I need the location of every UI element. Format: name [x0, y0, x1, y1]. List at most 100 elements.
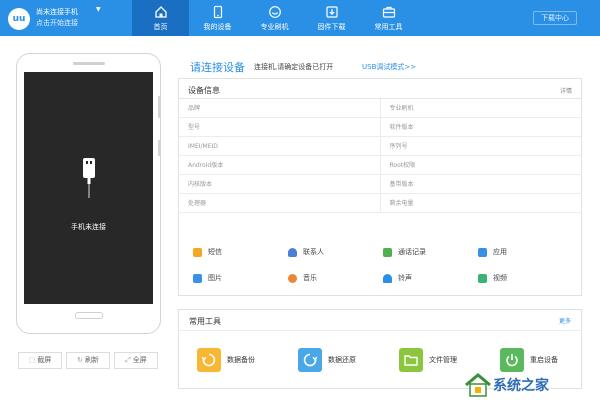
call-log-icon: [383, 247, 392, 257]
info-label: 基带版本: [379, 175, 582, 193]
quick-contacts-label: 联系人: [303, 248, 324, 256]
refresh-icon: ↻: [77, 356, 83, 364]
house-logo-icon: [465, 373, 491, 397]
contacts-icon: [288, 247, 297, 257]
top-bar: uu 尚未连接手机 点击开始连接 ▼ 首页 我的设备 专业刷机 固件下载 常用工…: [0, 0, 600, 36]
reboot-device-label: 重启设备: [530, 356, 558, 364]
table-row: 处理器 剩余电量: [179, 194, 581, 213]
info-label: 品牌: [188, 105, 201, 112]
quick-contacts[interactable]: 联系人: [288, 239, 383, 265]
download-center-button[interactable]: 下载中心: [533, 11, 577, 25]
restore-icon: [298, 348, 322, 372]
data-restore-label: 数据还原: [328, 356, 356, 364]
video-icon: [478, 273, 487, 283]
quick-ringtone[interactable]: 铃声: [383, 265, 478, 291]
quick-music-label: 音乐: [303, 274, 317, 282]
common-tools-title: 常用工具: [189, 317, 221, 326]
home-icon: [154, 6, 167, 18]
tab-my-device-label: 我的设备: [203, 23, 232, 31]
refresh-label: 刷新: [84, 356, 99, 364]
device-icon: [213, 5, 222, 19]
download-icon: [325, 6, 338, 18]
tab-my-device[interactable]: 我的设备: [189, 0, 246, 36]
sms-icon: [193, 247, 202, 257]
quick-call-log[interactable]: 通话记录: [383, 239, 478, 265]
info-label: 处理器: [188, 200, 207, 207]
quick-apps[interactable]: 应用: [478, 239, 573, 265]
phone-volume-button: [158, 96, 161, 118]
quick-sms-label: 短信: [208, 248, 222, 256]
device-info-panel: 设备信息 详情 品牌 专业刷机 型号 软件版本 IMEI/MEID 序列号 Andro…: [178, 78, 582, 296]
device-info-header: 设备信息 详情: [179, 79, 581, 99]
device-info-detail-link[interactable]: 详情: [560, 86, 572, 95]
divider: [179, 330, 581, 331]
reboot-device-button[interactable]: 重启设备: [500, 348, 558, 372]
quick-apps-label: 应用: [493, 248, 507, 256]
quick-sms[interactable]: 短信: [193, 239, 288, 265]
file-manager-label: 文件管理: [429, 356, 457, 364]
backup-icon: [197, 348, 221, 372]
table-row: IMEI/MEID 序列号: [179, 137, 581, 156]
phone-not-connected-text: 手机未连接: [71, 223, 106, 231]
phone-action-bar: ⬚ 截屏 ↻ 刷新 ⤢ 全屏: [18, 352, 158, 369]
data-restore-button[interactable]: 数据还原: [298, 348, 356, 372]
refresh-button[interactable]: ↻ 刷新: [66, 352, 110, 369]
usb-debug-mode-link[interactable]: USB调试模式>>: [362, 62, 416, 72]
screenshot-icon: ⬚: [28, 356, 36, 364]
flash-icon: [268, 6, 281, 18]
info-label: 内核版本: [188, 181, 213, 188]
tab-common-tools-label: 常用工具: [374, 23, 403, 31]
picture-icon: [193, 273, 202, 283]
music-icon: [288, 273, 297, 283]
quick-video[interactable]: 视频: [478, 265, 573, 291]
data-backup-label: 数据备份: [227, 356, 255, 364]
phone-speaker: [73, 62, 105, 65]
fullscreen-button[interactable]: ⤢ 全屏: [114, 352, 158, 369]
tab-home-label: 首页: [153, 23, 168, 31]
tab-firmware-download[interactable]: 固件下载: [303, 0, 360, 36]
tab-home[interactable]: 首页: [132, 0, 189, 36]
table-row: Android版本 Root权限: [179, 156, 581, 175]
device-info-table: 品牌 专业刷机 型号 软件版本 IMEI/MEID 序列号 Android版本 Root…: [179, 99, 581, 213]
info-label: 软件版本: [379, 118, 582, 136]
tab-common-tools[interactable]: 常用工具: [360, 0, 417, 36]
tools-more-link[interactable]: 更多: [559, 316, 571, 325]
info-label: Root权限: [379, 156, 582, 174]
quick-ringtone-label: 铃声: [398, 274, 412, 282]
device-info-title: 设备信息: [188, 86, 220, 95]
quick-pictures[interactable]: 图片: [193, 265, 288, 291]
uu-logo: uu: [8, 8, 30, 30]
tab-pro-flash-label: 专业刷机: [260, 23, 289, 31]
phone-power-button: [158, 140, 161, 156]
table-row: 内核版本 基带版本: [179, 175, 581, 194]
data-backup-button[interactable]: 数据备份: [197, 348, 255, 372]
power-icon: [500, 348, 524, 372]
info-label: 剩余电量: [379, 194, 582, 212]
quick-pictures-label: 图片: [208, 274, 222, 282]
quick-access-grid: 短信 联系人 通话记录 应用 图片 音乐 铃声 视频: [193, 239, 573, 291]
usb-cable-icon: [83, 158, 95, 198]
tab-pro-flash[interactable]: 专业刷机: [246, 0, 303, 36]
site-watermark: 系统之家: [463, 372, 549, 398]
quick-music[interactable]: 音乐: [288, 265, 383, 291]
phone-home-button: [75, 312, 103, 319]
main-nav: 首页 我的设备 专业刷机 固件下载 常用工具: [132, 0, 417, 36]
phone-mockup: 手机未连接: [16, 53, 161, 334]
apps-icon: [478, 247, 487, 257]
connect-status-text[interactable]: 尚未连接手机: [36, 7, 78, 17]
info-label: IMEI/MEID: [188, 143, 218, 150]
info-label: 型号: [188, 124, 201, 131]
ringtone-icon: [383, 273, 392, 283]
screenshot-button[interactable]: ⬚ 截屏: [18, 352, 62, 369]
watermark-text: 系统之家: [493, 378, 549, 394]
screenshot-label: 截屏: [37, 356, 52, 364]
page-title: 请连接设备: [190, 61, 245, 74]
chevron-down-icon[interactable]: ▼: [96, 6, 101, 13]
file-manager-button[interactable]: 文件管理: [399, 348, 457, 372]
info-label: 专业刷机: [379, 99, 582, 117]
info-label: 序列号: [379, 137, 582, 155]
fullscreen-label: 全屏: [132, 356, 147, 364]
folder-icon: [399, 348, 423, 372]
phone-screen: 手机未连接: [24, 72, 153, 304]
connect-start-link[interactable]: 点击开始连接: [36, 18, 78, 28]
